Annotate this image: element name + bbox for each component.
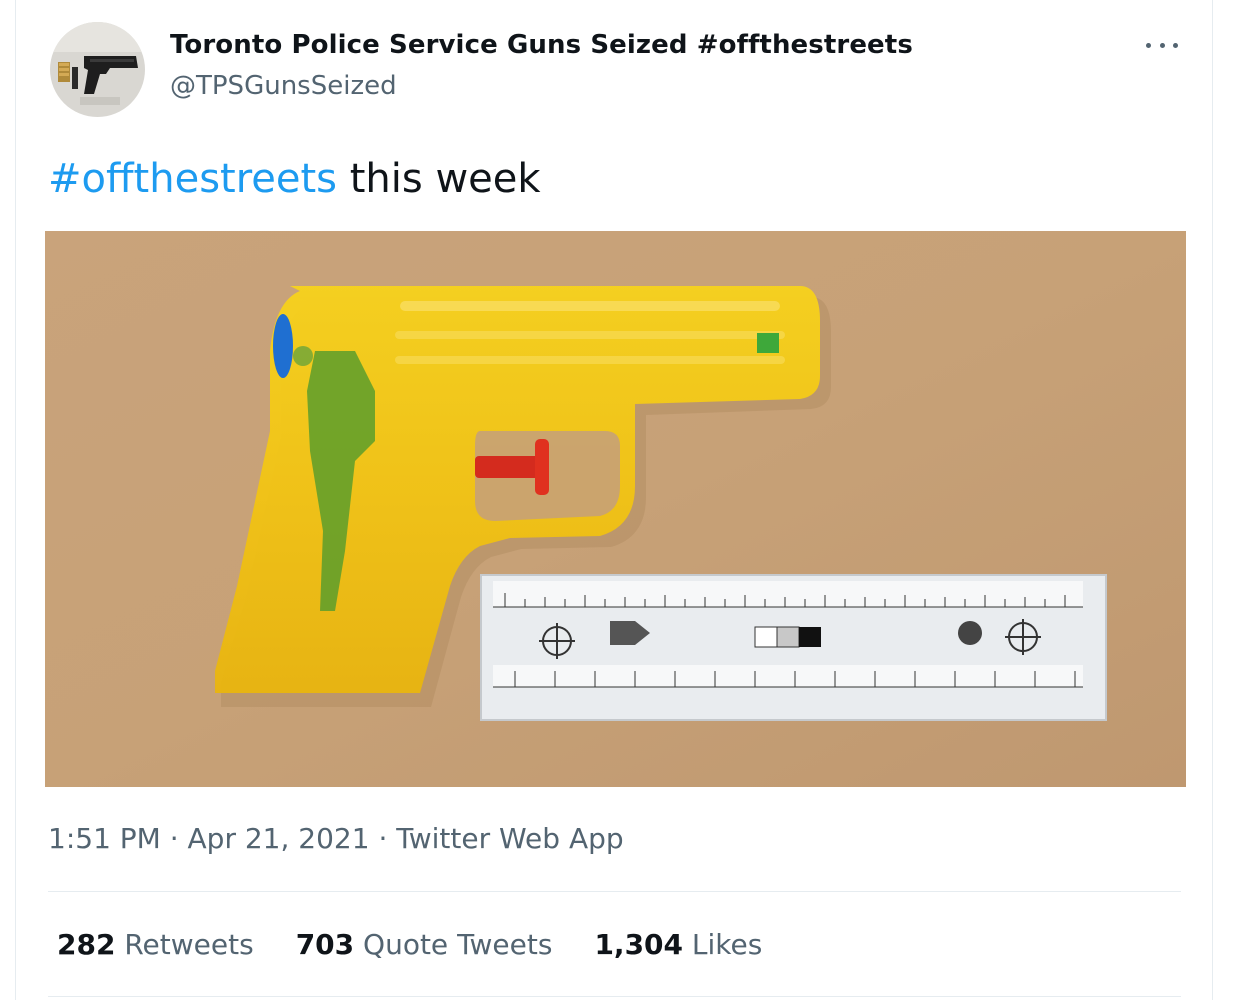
handgun-avatar-image xyxy=(50,22,145,117)
retweets-label: Retweets xyxy=(115,928,254,961)
tweet-metadata: 1:51 PM · Apr 21, 2021 · Twitter Web App xyxy=(48,822,624,855)
meta-separator: · xyxy=(160,822,188,855)
tweet-text-body: this week xyxy=(337,156,541,202)
author-name[interactable]: Toronto Police Service Guns Seized #offt… xyxy=(170,30,913,60)
dot xyxy=(1159,42,1165,48)
divider xyxy=(48,891,1181,892)
engagement-stats: 282 Retweets 703 Quote Tweets 1,304 Like… xyxy=(57,928,804,961)
water-pistol-photo xyxy=(45,231,1186,787)
tweet-date[interactable]: Apr 21, 2021 xyxy=(188,822,370,855)
author-avatar[interactable] xyxy=(50,22,145,117)
likes-label: Likes xyxy=(683,928,763,961)
hashtag-link[interactable]: #offthestreets xyxy=(48,156,337,202)
tweet-photo[interactable] xyxy=(45,231,1186,787)
likes-stat[interactable]: 1,304 Likes xyxy=(594,928,762,961)
dot xyxy=(1146,42,1151,48)
dot xyxy=(1173,42,1178,48)
tweet-time[interactable]: 1:51 PM xyxy=(48,822,161,855)
tweet-source[interactable]: Twitter Web App xyxy=(396,822,623,855)
retweets-stat[interactable]: 282 Retweets xyxy=(57,928,254,961)
tweet-text: #offthestreets this week xyxy=(48,156,541,202)
likes-count: 1,304 xyxy=(594,928,684,961)
quote-tweets-count: 703 xyxy=(295,928,355,961)
quote-tweets-label: Quote Tweets xyxy=(354,928,553,961)
meta-separator: · xyxy=(369,822,397,855)
divider xyxy=(48,996,1181,997)
author-handle[interactable]: @TPSGunsSeized xyxy=(170,71,397,101)
retweets-count: 282 xyxy=(57,928,116,961)
more-options-icon[interactable] xyxy=(1142,33,1182,57)
quote-tweets-stat[interactable]: 703 Quote Tweets xyxy=(296,928,553,961)
